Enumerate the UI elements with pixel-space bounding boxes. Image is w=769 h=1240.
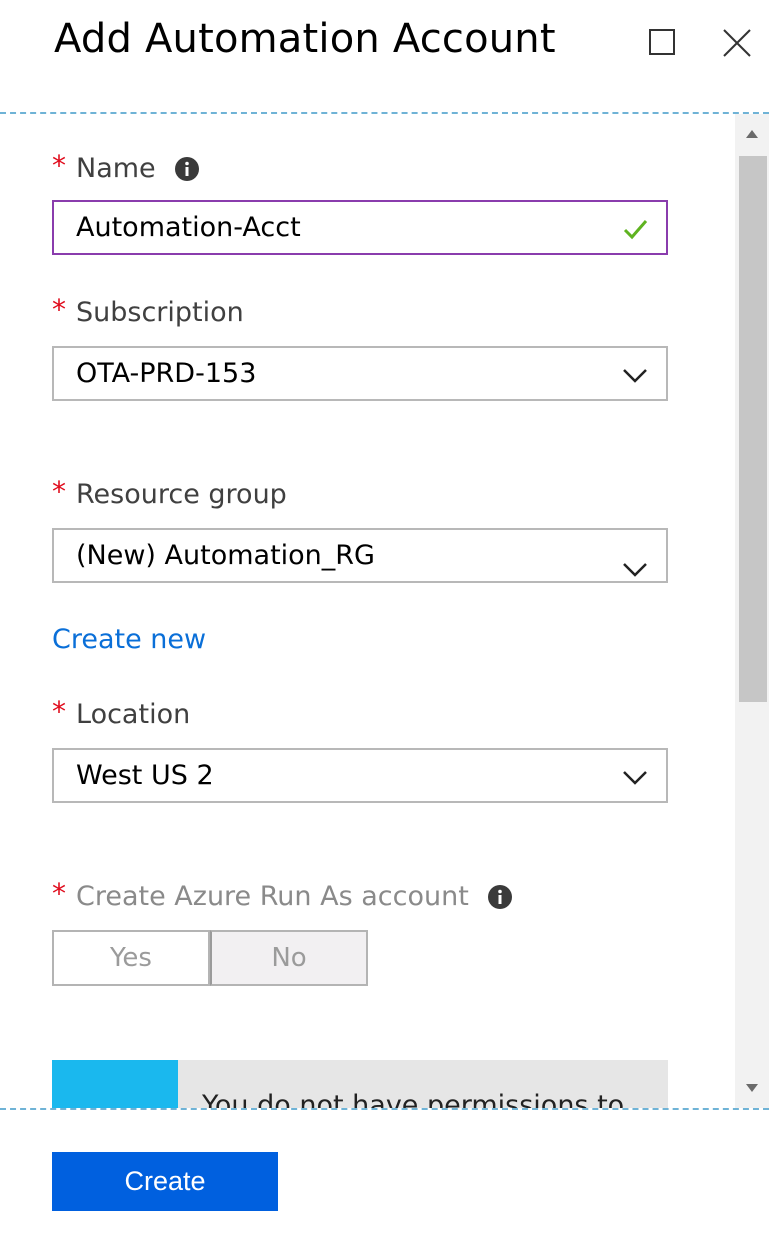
create-new-link[interactable]: Create new [52,624,206,655]
required-marker: * [52,877,66,910]
info-icon[interactable] [487,884,513,910]
footer-divider [0,1108,769,1110]
location-label: * Location [52,695,191,731]
run-as-no-option[interactable]: No [210,930,368,986]
info-icon[interactable] [174,156,200,182]
name-label-text: Name [76,153,156,184]
name-label: * Name [52,149,200,185]
arrow-up-icon [746,130,758,138]
run-as-label: * Create Azure Run As account [52,877,513,913]
run-as-yes-option[interactable]: Yes [52,930,210,986]
chevron-down-icon [618,358,652,392]
chevron-down-icon [618,760,652,794]
scroll-down-button[interactable] [735,1068,769,1108]
name-input[interactable]: Automation-Acct [52,200,668,255]
resource-group-value: (New) Automation_RG [76,540,375,571]
required-marker: * [52,475,66,508]
resource-group-label: * Resource group [52,475,287,511]
maximize-icon [649,29,675,55]
required-marker: * [52,695,66,728]
subscription-value: OTA-PRD-153 [76,358,257,389]
required-marker: * [52,149,66,182]
create-button[interactable]: Create [52,1152,278,1211]
run-as-label-text: Create Azure Run As account [76,881,469,912]
permissions-notice: You do not have permissions to [52,1060,668,1108]
required-marker: * [52,293,66,326]
subscription-label-text: Subscription [76,297,244,328]
resource-group-label-text: Resource group [76,479,287,510]
close-icon [723,29,751,57]
blade-header: Add Automation Account [0,0,769,112]
scroll-thumb[interactable] [739,156,767,702]
location-label-text: Location [76,699,191,730]
arrow-down-icon [746,1084,758,1092]
run-as-toggle: Yes No [52,930,370,986]
checkmark-icon [618,212,652,246]
form-content: * Name Automation-Acct * Subscription OT… [0,114,733,1108]
notice-text: You do not have permissions to [202,1090,625,1108]
vertical-scrollbar[interactable] [735,114,769,1108]
location-dropdown[interactable]: West US 2 [52,748,668,803]
subscription-label: * Subscription [52,293,244,329]
resource-group-dropdown[interactable]: (New) Automation_RG [52,528,668,583]
scroll-up-button[interactable] [735,114,769,154]
chevron-down-icon [618,552,652,586]
page-title: Add Automation Account [54,16,556,62]
name-input-value: Automation-Acct [76,212,301,243]
location-value: West US 2 [76,760,214,791]
subscription-dropdown[interactable]: OTA-PRD-153 [52,346,668,401]
close-button[interactable] [716,22,756,62]
maximize-button[interactable] [644,22,684,62]
notice-accent-bar [52,1060,178,1108]
